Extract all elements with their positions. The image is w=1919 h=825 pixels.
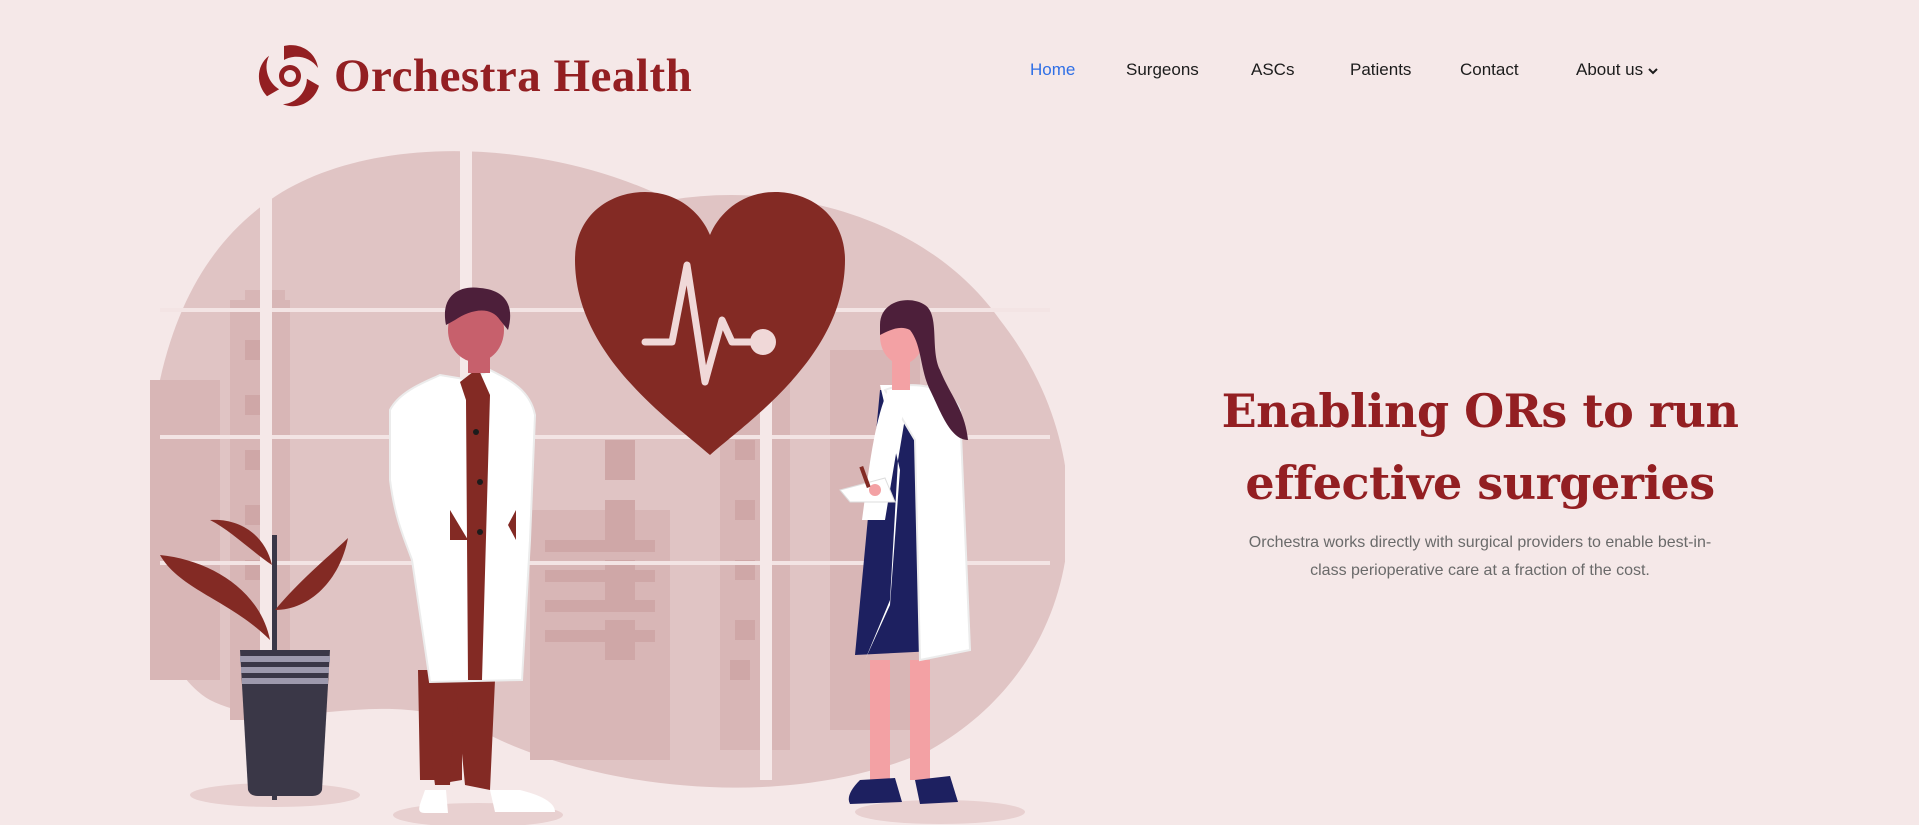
nav-item-about-us[interactable]: About us: [1576, 60, 1659, 80]
hero-title-line2: effective surgeries: [1245, 456, 1715, 510]
nav-item-about-us-label: About us: [1576, 60, 1644, 79]
hero-section: Enabling ORs to run effective surgeries …: [1220, 375, 1740, 585]
nav-item-ascs[interactable]: ASCs: [1251, 60, 1294, 80]
nav-item-contact[interactable]: Contact: [1460, 60, 1519, 80]
hero-illustration: [150, 140, 1130, 825]
nav-item-surgeons[interactable]: Surgeons: [1126, 60, 1199, 80]
nav-item-patients[interactable]: Patients: [1350, 60, 1411, 80]
hero-title-line1: Enabling ORs to run: [1221, 384, 1739, 438]
hero-title: Enabling ORs to run effective surgeries: [1220, 375, 1740, 519]
chevron-down-icon: [1648, 67, 1658, 74]
hero-subtitle: Orchestra works directly with surgical p…: [1248, 534, 1712, 579]
nav-item-home[interactable]: Home: [1030, 60, 1075, 80]
main-nav: Home Surgeons ASCs Patients Contact Abou…: [0, 60, 1919, 90]
